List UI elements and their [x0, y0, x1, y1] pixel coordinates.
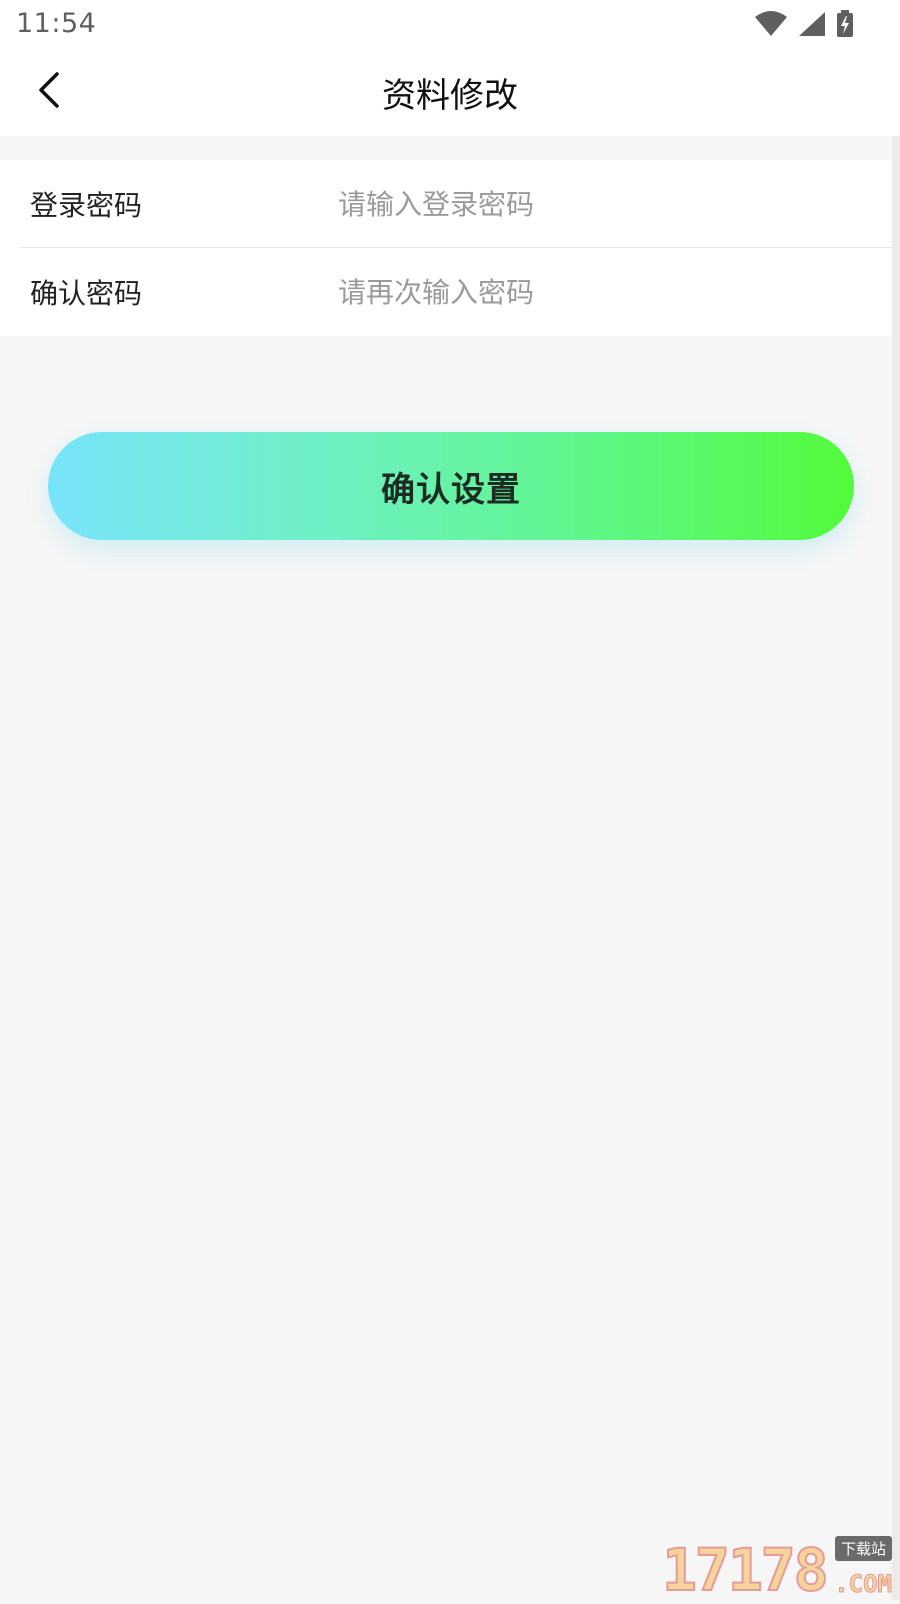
password-form: 登录密码 确认密码	[0, 160, 892, 336]
confirm-password-label: 确认密码	[30, 277, 143, 310]
login-password-label: 登录密码	[30, 189, 143, 222]
signal-icon	[798, 11, 826, 41]
confirm-settings-button[interactable]: 确认设置	[48, 432, 854, 540]
watermark-digits: 17178	[661, 1536, 830, 1604]
wifi-icon	[754, 11, 788, 41]
page-title: 资料修改	[382, 76, 518, 116]
battery-charging-icon	[836, 10, 854, 42]
status-icons	[754, 10, 854, 42]
confirm-settings-label: 确认设置	[381, 469, 521, 510]
status-time: 11:54	[16, 8, 97, 39]
watermark-logo: 17178 下载站 .COM	[661, 1536, 893, 1604]
watermark-suffix: .COM	[834, 1570, 893, 1599]
right-edge-scroll-track	[892, 136, 900, 1600]
header: 资料修改	[0, 48, 900, 136]
confirm-password-row: 确认密码	[0, 248, 892, 336]
login-password-row: 登录密码	[0, 160, 892, 248]
login-password-input[interactable]	[330, 178, 858, 230]
watermark-tag: 下载站	[834, 1536, 892, 1561]
confirm-password-input[interactable]	[330, 266, 858, 318]
status-bar: 11:54	[0, 0, 900, 48]
